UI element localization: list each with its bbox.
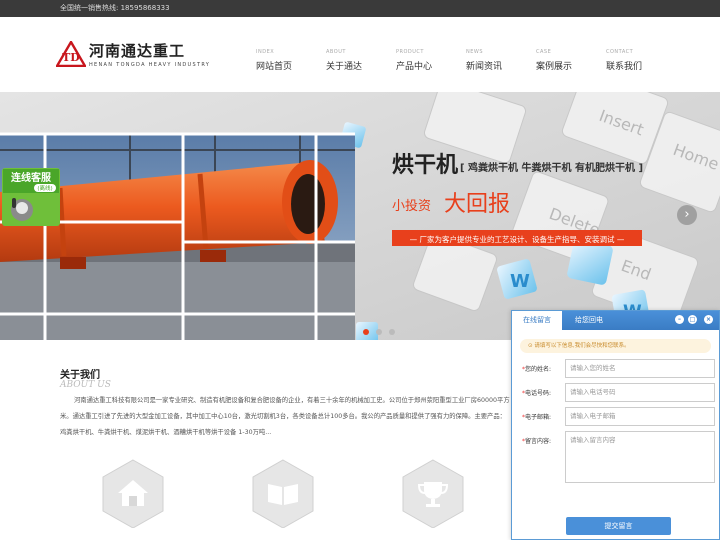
message-panel-header: 在线留言 给您回电 – □ × [512, 311, 719, 330]
name-label-text: 您的姓名: [525, 366, 552, 373]
message-notice: ⊙ 请填写以下信息,我们会尽快和您联系。 [520, 339, 711, 353]
email-label: *电子邮箱: [522, 414, 552, 421]
banner-slogan-small: 小投资 [392, 198, 431, 214]
banner-ribbon-text: — 厂家为客户提供专业的工艺设计、设备生产指导、安装调试 — [410, 234, 625, 244]
message-panel: 在线留言 给您回电 – □ × ⊙ 请填写以下信息,我们会尽快和您联系。 *您的… [511, 310, 720, 540]
phone-label: *电话号码: [522, 390, 552, 397]
nav-home-en: INDEX [256, 49, 275, 55]
nav-case-label: 案例展示 [536, 62, 573, 72]
chat-badge-line2: (离线) [37, 184, 52, 192]
chat-badge-line1: 连线客服 [11, 171, 52, 184]
message-label-text: 留言内容: [525, 438, 552, 445]
about-text: 河南通达重工科技有限公司是一家专业研究、制造有机肥设备和复合肥设备的企业，有着三… [60, 397, 510, 436]
close-icon[interactable]: × [704, 315, 713, 324]
minimize-icon[interactable]: – [675, 315, 684, 324]
nav-home-label: 网站首页 [256, 62, 293, 72]
banner-title: 烘干机 [392, 153, 458, 178]
logo-text-en: HENAN TONGDA HEAVY INDUSTRY [89, 62, 211, 68]
tab-online-message[interactable]: 在线留言 [512, 311, 562, 330]
home-icon[interactable] [100, 458, 166, 528]
slider-dot-1[interactable] [363, 329, 369, 335]
nav-about[interactable]: ABOUT 关于通达 [326, 49, 386, 72]
chat-badge-icon: 连线客服 (离线) [2, 168, 60, 226]
tab-callback[interactable]: 给您回电 [564, 311, 614, 330]
banner-next-arrow[interactable]: › [677, 205, 697, 225]
book-icon[interactable] [250, 458, 316, 528]
nav-contact-label: 联系我们 [606, 62, 643, 72]
nav-case-en: CASE [536, 49, 552, 55]
trophy-icon[interactable] [400, 458, 466, 528]
banner-subtitle: [ 鸡粪烘干机 牛粪烘干机 有机肥烘干机 ] [460, 161, 643, 174]
nav-case[interactable]: CASE 案例展示 [536, 49, 596, 72]
message-notice-text: 请填写以下信息,我们会尽快和您联系。 [534, 343, 630, 349]
top-bar: 全国统一销售热线: 18595868333 [0, 0, 720, 17]
cube-letter-1: W [510, 271, 530, 292]
hotline-text: 全国统一销售热线: 18595868333 [60, 4, 170, 12]
nav-news-en: NEWS [466, 49, 484, 55]
hero-banner[interactable]: Insert Home Delete End W W [0, 92, 720, 340]
banner-artwork: Insert Home Delete End W W [0, 92, 720, 340]
name-input[interactable]: 请输入您的姓名 [565, 359, 715, 378]
slider-dots [363, 320, 402, 339]
submit-message-button[interactable]: 提交留言 [566, 517, 671, 535]
nav-product-en: PRODUCT [396, 49, 424, 55]
svg-text:TD: TD [62, 51, 80, 64]
nav-about-label: 关于通达 [326, 62, 363, 72]
slider-dot-3[interactable] [389, 329, 395, 335]
logo-text-cn: 河南通达重工 [89, 42, 186, 60]
nav-about-en: ABOUT [326, 49, 346, 55]
banner-slogan-big: 大回报 [444, 192, 510, 217]
nav-home[interactable]: INDEX 网站首页 [256, 49, 316, 72]
message-textarea[interactable]: 请输入留言内容 [565, 431, 715, 483]
online-service-badge[interactable]: 连线客服 (离线) [2, 168, 60, 226]
about-title-en: ABOUT US [60, 380, 111, 390]
nav-contact-en: CONTACT [606, 49, 634, 55]
about-section: 关于我们 ABOUT US 河南通达重工科技有限公司是一家专业研究、制造有机肥设… [60, 366, 510, 441]
maximize-icon[interactable]: □ [688, 315, 697, 324]
about-title: 关于我们 [60, 370, 100, 381]
nav-product[interactable]: PRODUCT 产品中心 [396, 49, 456, 72]
phone-label-text: 电话号码: [525, 390, 552, 397]
nav-news[interactable]: NEWS 新闻资讯 [466, 49, 526, 72]
header: TD 河南通达重工 HENAN TONGDA HEAVY INDUSTRY IN… [0, 17, 720, 92]
phone-input[interactable]: 请输入电话号码 [565, 383, 715, 402]
email-input[interactable]: 请输入电子邮箱 [565, 407, 715, 426]
email-label-text: 电子邮箱: [525, 414, 552, 421]
message-label: *留言内容: [522, 438, 552, 445]
nav-contact[interactable]: CONTACT 联系我们 [606, 49, 666, 72]
slider-dot-2[interactable] [376, 329, 382, 335]
nav-news-label: 新闻资讯 [466, 62, 503, 72]
logo-mark-icon: TD [56, 41, 86, 67]
logo[interactable]: TD 河南通达重工 HENAN TONGDA HEAVY INDUSTRY [56, 39, 209, 79]
name-label: *您的姓名: [522, 366, 552, 373]
nav-product-label: 产品中心 [396, 62, 433, 72]
